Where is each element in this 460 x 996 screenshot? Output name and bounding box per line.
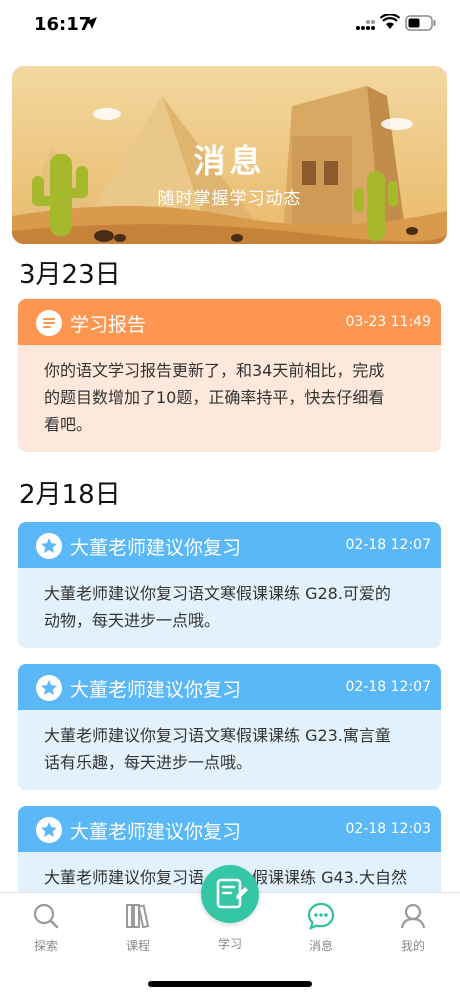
card-body: 大董老师建议你复习语文寒假课课练 G28.可爱的 动物，每天进步一点哦。 — [18, 568, 441, 648]
card-text-fragment: 大董老师建议你复习语 — [44, 868, 205, 887]
battery-icon — [405, 15, 436, 31]
card-text-line: 大董老师建议你复习语文寒假课课练 G28.可爱的 — [44, 584, 391, 603]
header-banner: 消息 随时掌握学习动态 — [12, 66, 447, 244]
tab-profile[interactable]: 我的 — [373, 901, 453, 954]
tab-label: 探索 — [33, 939, 58, 953]
location-arrow-icon — [85, 17, 97, 29]
books-icon — [126, 904, 150, 929]
tab-label: 学习 — [217, 937, 242, 951]
star-icon — [36, 817, 62, 843]
card-text-line: 看吧。 — [44, 415, 93, 434]
card-timestamp: 03-23 11:49 — [345, 314, 431, 330]
tab-explore[interactable]: 探索 — [6, 901, 86, 954]
card-header: 大董老师建议你复习 02-18 12:07 — [18, 664, 441, 710]
signal-icon — [356, 20, 375, 30]
card-text-line: 你的语文学习报告更新了，和34天前相比，完成 — [44, 361, 385, 380]
chat-bubble-icon — [307, 902, 335, 930]
card-title: 大董老师建议你复习 — [70, 679, 242, 701]
pencil-note-icon — [216, 878, 248, 909]
card-header: 大董老师建议你复习 02-18 12:03 — [18, 806, 441, 852]
message-card-review[interactable]: 大董老师建议你复习 02-18 12:07 大董老师建议你复习语文寒假课课练 G… — [18, 664, 441, 790]
card-title: 学习报告 — [70, 314, 147, 336]
card-header: 学习报告 03-23 11:49 — [18, 299, 441, 345]
user-icon — [400, 903, 426, 929]
page-subtitle: 随时掌握学习动态 — [157, 189, 302, 209]
card-title: 大董老师建议你复习 — [70, 537, 242, 559]
tab-label: 消息 — [308, 939, 333, 953]
wifi-icon — [380, 14, 400, 29]
date-header: 2月18日 — [19, 480, 121, 510]
card-body: 你的语文学习报告更新了，和34天前相比，完成 的题目数增加了10题，正确率持平，… — [18, 345, 441, 452]
search-icon — [33, 903, 59, 929]
card-header: 大董老师建议你复习 02-18 12:07 — [18, 522, 441, 568]
status-time: 16:17 — [34, 14, 92, 35]
date-header: 3月23日 — [19, 260, 121, 290]
list-icon — [36, 310, 62, 336]
card-text-line: 话有乐趣，每天进步一点哦。 — [44, 753, 253, 772]
star-icon — [36, 675, 62, 701]
tab-label: 课程 — [125, 939, 150, 953]
message-card-review[interactable]: 大董老师建议你复习 02-18 12:07 大董老师建议你复习语文寒假课课练 G… — [18, 522, 441, 648]
card-timestamp: 02-18 12:07 — [345, 679, 431, 695]
card-text-fragment: 假课课练 G43.大自然 — [252, 868, 407, 887]
card-text-line: 大董老师建议你复习语文寒假课课练 G23.寓言童 — [44, 726, 391, 745]
tab-courses[interactable]: 课程 — [98, 901, 178, 954]
card-text-line: 动物，每天进步一点哦。 — [44, 611, 221, 630]
card-text-line: 的题目数增加了10题，正确率持平，快去仔细看 — [44, 388, 385, 407]
tab-messages[interactable]: 消息 — [281, 901, 361, 954]
status-bar: 16:17 — [0, 0, 460, 50]
message-card-study-report[interactable]: 学习报告 03-23 11:49 你的语文学习报告更新了，和34天前相比，完成 … — [18, 299, 441, 452]
tab-study-button[interactable] — [201, 865, 259, 923]
star-icon — [36, 533, 62, 559]
card-title: 大董老师建议你复习 — [70, 821, 242, 843]
home-indicator — [148, 981, 312, 987]
card-timestamp: 02-18 12:07 — [345, 537, 431, 553]
card-timestamp: 02-18 12:03 — [345, 821, 431, 837]
tab-label: 我的 — [400, 939, 425, 953]
page-title: 消息 — [193, 142, 266, 180]
card-body: 大董老师建议你复习语文寒假课课练 G23.寓言童 话有乐趣，每天进步一点哦。 — [18, 710, 441, 790]
